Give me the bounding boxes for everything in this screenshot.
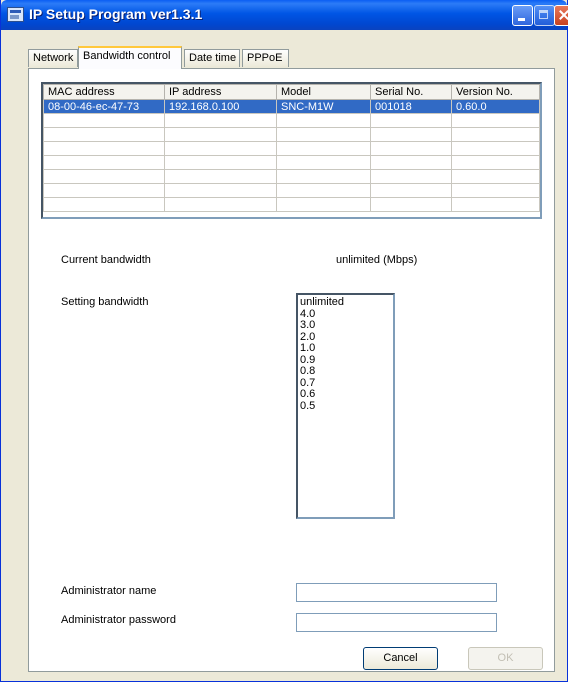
column-header-mac[interactable]: MAC address	[43, 84, 165, 100]
device-table: MAC address IP address Model Serial No. …	[43, 84, 540, 212]
cell-ip: 192.168.0.100	[164, 99, 277, 114]
table-row-empty	[43, 141, 540, 156]
admin-password-label: Administrator password	[61, 614, 176, 626]
bandwidth-option[interactable]: 0.8	[300, 365, 393, 378]
admin-password-field[interactable]	[296, 613, 497, 632]
bandwidth-option[interactable]: unlimited	[300, 296, 393, 309]
network-app-icon	[7, 7, 24, 22]
minimize-icon[interactable]	[512, 5, 533, 26]
cell-mac: 08-00-46-ec-47-73	[43, 99, 165, 114]
tab-bandwidth-control[interactable]: Bandwidth control	[78, 46, 182, 69]
title-bar[interactable]: IP Setup Program ver1.3.1	[1, 0, 568, 30]
table-row[interactable]: 08-00-46-ec-47-73 192.168.0.100 SNC-M1W …	[43, 99, 540, 114]
maximize-icon[interactable]	[534, 5, 555, 26]
bandwidth-option[interactable]: 3.0	[300, 319, 393, 332]
table-row-empty	[43, 197, 540, 212]
column-header-serial[interactable]: Serial No.	[370, 84, 452, 100]
device-list[interactable]: MAC address IP address Model Serial No. …	[41, 82, 542, 219]
admin-name-field[interactable]	[296, 583, 497, 602]
column-header-ip[interactable]: IP address	[164, 84, 277, 100]
bandwidth-option[interactable]: 1.0	[300, 342, 393, 355]
setting-bandwidth-label: Setting bandwidth	[61, 296, 149, 308]
ok-button[interactable]: OK	[468, 647, 543, 670]
current-bandwidth-label: Current bandwidth	[61, 254, 151, 266]
table-header-row: MAC address IP address Model Serial No. …	[43, 84, 540, 100]
bandwidth-option[interactable]: 0.6	[300, 388, 393, 401]
admin-name-label: Administrator name	[61, 585, 157, 597]
current-bandwidth-value: unlimited (Mbps)	[336, 254, 418, 266]
tab-date-time[interactable]: Date time	[184, 49, 240, 67]
table-row-empty	[43, 169, 540, 184]
column-header-version[interactable]: Version No.	[451, 84, 540, 100]
cell-model: SNC-M1W	[276, 99, 371, 114]
tab-network[interactable]: Network	[28, 49, 78, 67]
tab-pppoe[interactable]: PPPoE	[242, 49, 289, 67]
column-header-model[interactable]: Model	[276, 84, 371, 100]
bandwidth-listbox[interactable]: unlimited 4.0 3.0 2.0 1.0 0.9 0.8 0.7 0.…	[296, 293, 395, 519]
app-window: IP Setup Program ver1.3.1 Network Bandwi…	[0, 0, 568, 682]
cell-serial: 001018	[370, 99, 452, 114]
cancel-button[interactable]: Cancel	[363, 647, 438, 670]
table-row-empty	[43, 113, 540, 128]
table-row-empty	[43, 155, 540, 170]
cell-version: 0.60.0	[451, 99, 540, 114]
table-row-empty	[43, 183, 540, 198]
window-title: IP Setup Program ver1.3.1	[29, 6, 203, 22]
table-row-empty	[43, 127, 540, 142]
close-icon[interactable]	[554, 5, 568, 26]
bandwidth-option[interactable]: 0.5	[300, 400, 393, 413]
